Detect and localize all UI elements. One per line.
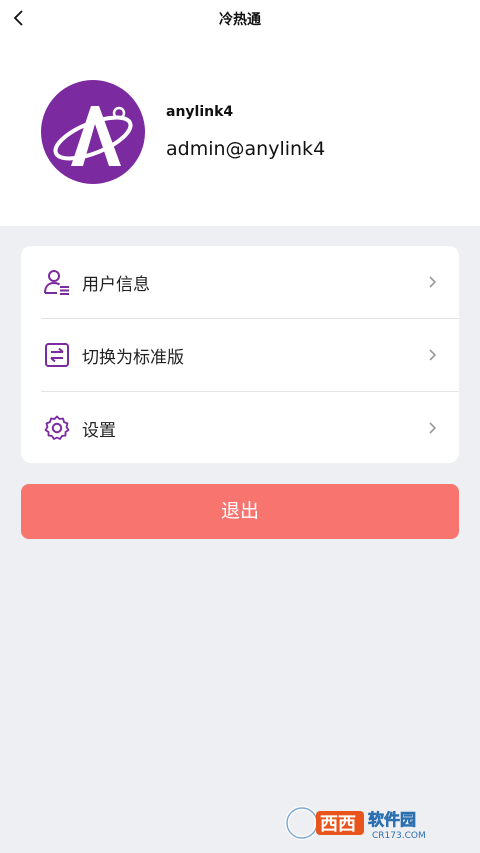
- page-title: 冷热通: [219, 12, 261, 28]
- user-info-icon: [44, 270, 69, 295]
- profile-header: 冷热通 anylink4 admin@anylink4: [0, 0, 480, 226]
- menu-item-settings[interactable]: 设置: [21, 392, 459, 464]
- menu-card: 用户信息 切换为标准版 设置: [21, 246, 459, 463]
- gear-icon: [44, 415, 70, 440]
- username: anylink4: [166, 104, 234, 120]
- svg-text:CR173.COM: CR173.COM: [372, 831, 426, 841]
- chevron-right-icon: [429, 349, 437, 361]
- user-email: admin@anylink4: [166, 138, 326, 160]
- menu-item-label: 切换为标准版: [82, 348, 184, 368]
- avatar: [41, 80, 145, 184]
- chevron-right-icon: [429, 276, 437, 288]
- watermark-logo: 西西 软件园 CR173.COM: [285, 806, 426, 841]
- svg-text:西西: 西西: [320, 814, 356, 835]
- menu-item-label: 设置: [82, 421, 116, 441]
- switch-icon: [45, 343, 69, 367]
- menu-item-label: 用户信息: [82, 275, 150, 295]
- menu-item-user-info[interactable]: 用户信息: [21, 246, 459, 318]
- svg-text:软件园: 软件园: [368, 810, 416, 829]
- menu-item-switch-standard[interactable]: 切换为标准版: [21, 319, 459, 391]
- chevron-right-icon: [429, 422, 437, 434]
- logout-button[interactable]: 退出: [21, 484, 459, 539]
